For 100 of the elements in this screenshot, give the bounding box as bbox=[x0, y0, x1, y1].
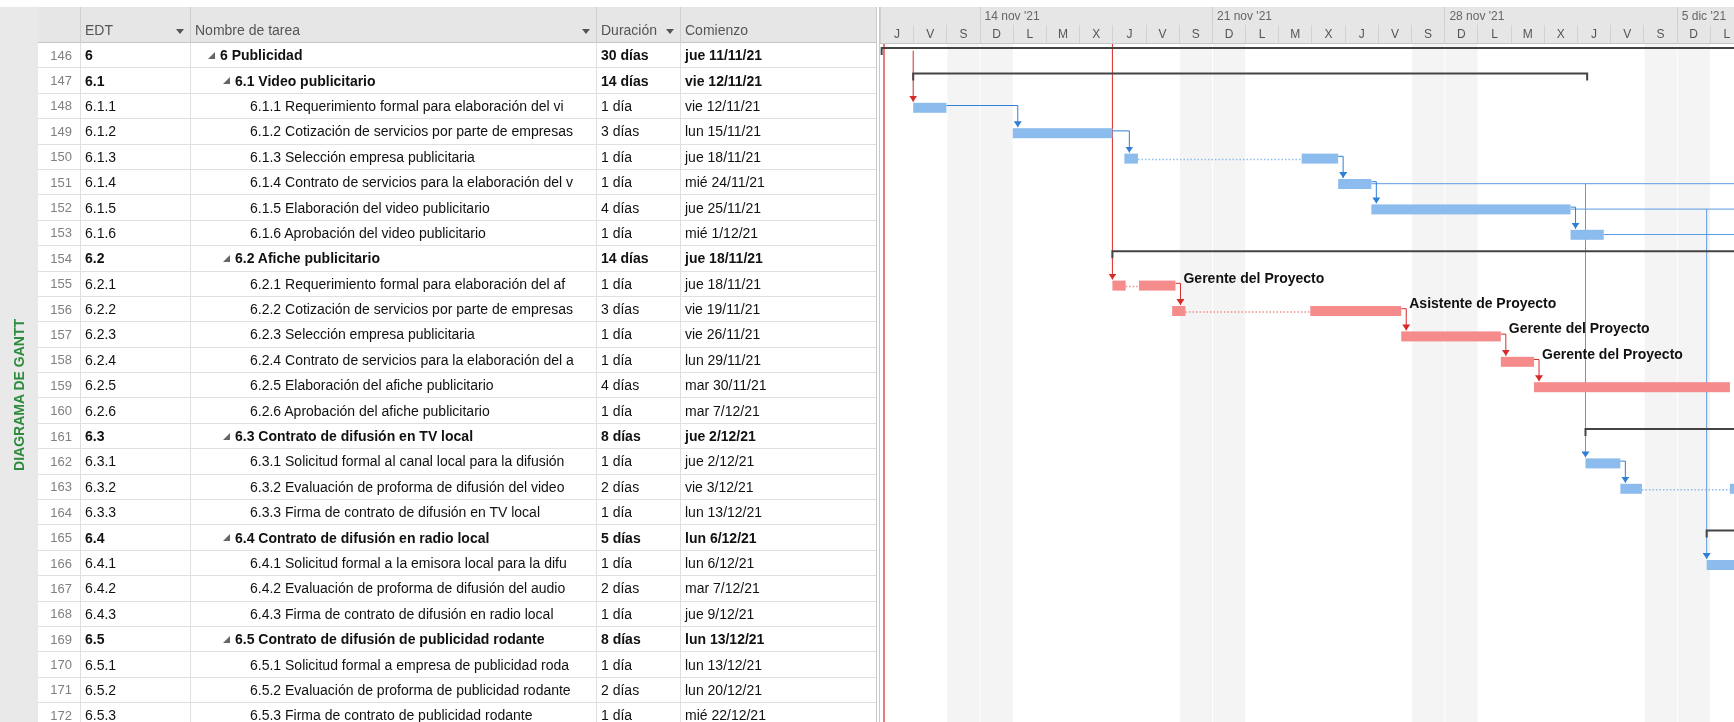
row-number: 156 bbox=[38, 296, 80, 323]
task-bar[interactable] bbox=[1012, 128, 1113, 139]
task-name: 6.3.1 Solicitud formal al canal local para la difusión bbox=[250, 453, 565, 470]
row-number: 152 bbox=[38, 195, 80, 221]
day-label: M bbox=[1510, 25, 1544, 43]
task-bar[interactable] bbox=[1371, 204, 1571, 215]
table-cell: 5 días bbox=[596, 525, 680, 551]
task-bar[interactable] bbox=[1301, 153, 1339, 164]
column-header[interactable]: Nombre de tarea bbox=[190, 7, 596, 43]
task-bar[interactable] bbox=[1585, 458, 1621, 469]
task-bar[interactable] bbox=[1401, 331, 1501, 342]
collapse-triangle-icon[interactable] bbox=[208, 51, 215, 59]
table-cell: 2 días bbox=[596, 677, 680, 704]
task-bar[interactable] bbox=[1570, 229, 1604, 240]
resource-label: Gerente del Proyecto bbox=[1508, 320, 1650, 337]
table-cell: 3 días bbox=[596, 296, 680, 323]
table-cell: 6.5.2 bbox=[80, 677, 190, 704]
day-label: S bbox=[1178, 25, 1212, 43]
task-bar[interactable] bbox=[1310, 306, 1402, 316]
table-cell: 2 días bbox=[596, 576, 680, 602]
column-header[interactable]: Duración bbox=[596, 7, 680, 43]
day-label: D bbox=[1444, 25, 1478, 43]
table-cell: jue 11/11/21 bbox=[680, 43, 876, 69]
day-label: D bbox=[1676, 25, 1710, 43]
row-number: 172 bbox=[38, 703, 80, 722]
task-bar[interactable] bbox=[1338, 179, 1372, 189]
split-line bbox=[1124, 285, 1140, 288]
task-bar[interactable] bbox=[1706, 560, 1734, 570]
summary-bar[interactable] bbox=[1705, 529, 1734, 539]
dropdown-caret-icon[interactable] bbox=[666, 29, 674, 34]
summary-bar[interactable] bbox=[880, 47, 1734, 56]
table-cell: 1 día bbox=[596, 703, 680, 722]
table-cell: jue 18/11/21 bbox=[680, 271, 876, 297]
table-cell: mié 1/12/21 bbox=[680, 220, 876, 247]
table-cell: 1 día bbox=[596, 347, 680, 374]
table-cell: 6.1.1 bbox=[80, 93, 190, 120]
table-cell: jue 2/12/21 bbox=[680, 449, 876, 475]
summary-bar[interactable] bbox=[912, 72, 1589, 82]
table-cell: 6.4.2 bbox=[80, 576, 190, 602]
task-name: 6.1 Video publicitario bbox=[235, 72, 376, 89]
table-cell: 1 día bbox=[596, 220, 680, 247]
task-bar[interactable] bbox=[1112, 280, 1126, 291]
summary-bar[interactable] bbox=[1584, 428, 1734, 437]
task-bar[interactable] bbox=[1534, 382, 1730, 393]
table-cell: jue 18/11/21 bbox=[680, 144, 876, 170]
collapse-triangle-icon[interactable] bbox=[223, 534, 230, 542]
row-number: 155 bbox=[38, 271, 80, 297]
task-name: 6.2.3 Selección empresa publicitaria bbox=[250, 326, 475, 343]
task-bar[interactable] bbox=[1729, 483, 1734, 494]
table-cell: 6.2 bbox=[80, 246, 190, 272]
resource-label: Gerente del Proyecto bbox=[1183, 269, 1325, 286]
row-number: 150 bbox=[38, 144, 80, 170]
table-cell: 6.1.6 bbox=[80, 220, 190, 247]
task-name: 6.1.5 Elaboración del video publicitario bbox=[250, 199, 490, 216]
task-bar[interactable] bbox=[1620, 483, 1642, 494]
task-bar[interactable] bbox=[1138, 280, 1176, 291]
day-label: S bbox=[1411, 25, 1445, 43]
table-cell: lun 20/12/21 bbox=[680, 677, 876, 704]
dependency-arrow bbox=[909, 50, 918, 103]
row-number: 167 bbox=[38, 576, 80, 602]
table-cell: 6.4.1 bbox=[80, 550, 190, 577]
table-cell: vie 12/11/21 bbox=[680, 93, 876, 120]
task-bar[interactable] bbox=[1124, 153, 1138, 164]
column-header[interactable]: Comienzo bbox=[680, 7, 876, 43]
dropdown-caret-icon[interactable] bbox=[176, 29, 184, 34]
dropdown-caret-icon[interactable] bbox=[582, 29, 590, 34]
table-cell: 6.3.1 bbox=[80, 449, 190, 475]
table-cell: jue 9/12/21 bbox=[680, 601, 876, 627]
day-label: X bbox=[1311, 25, 1345, 43]
collapse-triangle-icon[interactable] bbox=[223, 635, 230, 643]
collapse-triangle-icon[interactable] bbox=[223, 432, 230, 440]
column-header[interactable]: EDT bbox=[80, 7, 190, 43]
task-name: 6.5 Contrato de difusión de publicidad rodante bbox=[235, 631, 545, 648]
task-name: 6.2.5 Elaboración del afiche publicitario bbox=[250, 377, 494, 394]
table-cell: 14 días bbox=[596, 68, 680, 94]
day-label: S bbox=[946, 25, 980, 43]
task-name: 6.3.2 Evaluación de proforma de difusión del video bbox=[250, 478, 565, 495]
task-bar[interactable] bbox=[1500, 356, 1535, 367]
table-cell: 6.1.3 bbox=[80, 144, 190, 170]
task-bar[interactable] bbox=[1172, 306, 1186, 316]
task-name: 6.1.4 Contrato de servicios para la elaboración del v bbox=[250, 174, 573, 191]
table-cell: 6 bbox=[80, 43, 190, 69]
row-number: 169 bbox=[38, 627, 80, 653]
collapse-triangle-icon[interactable] bbox=[223, 254, 230, 262]
task-bar[interactable] bbox=[913, 102, 947, 113]
select-all-corner[interactable] bbox=[38, 7, 80, 43]
row-number: 163 bbox=[38, 474, 80, 501]
table-cell: 6.2.6 bbox=[80, 398, 190, 424]
table-cell: lun 13/12/21 bbox=[680, 500, 876, 526]
row-number: 164 bbox=[38, 500, 80, 526]
dependency-arrow bbox=[1175, 282, 1185, 306]
day-label: M bbox=[1278, 25, 1312, 43]
task-name: 6.1.6 Aprobación del video publicitario bbox=[250, 224, 486, 241]
collapse-triangle-icon[interactable] bbox=[223, 77, 230, 85]
table-cell: 6.2.3 bbox=[80, 322, 190, 348]
table-cell: 1 día bbox=[596, 652, 680, 678]
summary-bar[interactable] bbox=[1111, 250, 1734, 260]
resource-label: Asistente de Proyecto bbox=[1409, 295, 1557, 311]
table-cell: 14 días bbox=[596, 246, 680, 272]
table-cell: 1 día bbox=[596, 500, 680, 526]
